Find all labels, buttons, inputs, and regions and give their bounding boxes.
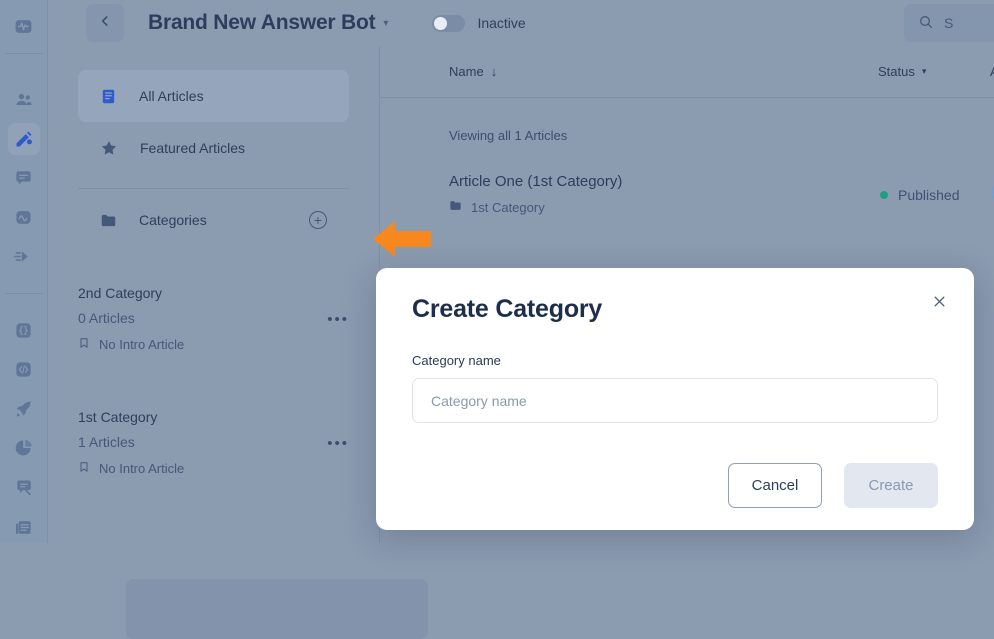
pie-chart-icon[interactable] <box>8 432 40 464</box>
category-intro-label: No Intro Article <box>99 337 185 352</box>
sidebar-item-label: All Articles <box>139 88 204 104</box>
ellipsis-icon[interactable]: ••• <box>327 311 349 328</box>
category-card[interactable]: 2nd Category 0 Articles No Intro Article… <box>48 275 379 363</box>
modal-title: Create Category <box>412 295 603 323</box>
edit-pencil-icon[interactable] <box>7 123 40 156</box>
column-header-third: A <box>990 64 994 79</box>
table-row[interactable]: Article One (1st Category) 1st Category … <box>380 143 994 215</box>
column-header-status[interactable]: Status ▾ <box>878 64 926 79</box>
code-brackets-icon[interactable] <box>8 354 40 386</box>
bookmark-icon <box>78 460 90 477</box>
category-intro-status: No Intro Article <box>78 336 349 353</box>
active-toggle-label: Inactive <box>477 15 526 31</box>
categories-header: Categories + <box>78 203 349 237</box>
category-card[interactable]: 1st Category 1 Articles No Intro Article… <box>48 399 379 487</box>
articles-sidebar: All Articles Featured Articles Categorie… <box>48 46 428 639</box>
activity-monitor-icon[interactable] <box>8 11 40 43</box>
back-button[interactable] <box>86 4 124 42</box>
category-article-count: 0 Articles <box>78 310 135 326</box>
rail-divider-top <box>4 52 43 54</box>
create-category-cta-card[interactable] <box>126 579 428 639</box>
category-intro-status: No Intro Article <box>78 460 349 477</box>
category-name-label: Category name <box>412 353 501 368</box>
search-placeholder-text: S <box>944 15 954 31</box>
star-icon <box>100 139 118 157</box>
chevron-down-icon: ▾ <box>921 66 927 76</box>
status-dot-icon <box>880 191 888 199</box>
waveform-box-icon[interactable] <box>8 202 40 234</box>
folder-icon <box>449 199 462 215</box>
modal-action-bar: Cancel Create <box>728 463 938 508</box>
left-icon-rail <box>0 0 48 543</box>
categories-label: Categories <box>139 212 207 228</box>
sort-down-icon: ↓ <box>490 64 498 79</box>
send-arrow-icon[interactable] <box>8 241 40 273</box>
create-button[interactable]: Create <box>844 463 938 508</box>
sidebar-item-featured-articles[interactable]: Featured Articles <box>78 122 349 174</box>
sidebar-item-label: Featured Articles <box>140 140 246 156</box>
page-header: Brand New Answer Bot ▾ Inactive S <box>48 0 994 46</box>
sidebar-divider <box>78 188 349 189</box>
search-input[interactable]: S <box>904 4 994 42</box>
left-arrow-annotation <box>371 218 433 260</box>
category-name: 2nd Category <box>78 285 163 301</box>
sidebar-item-all-articles[interactable]: All Articles <box>78 70 349 122</box>
cancel-button[interactable]: Cancel <box>728 463 822 508</box>
table-header-row: Name ↓ Status ▾ A <box>380 46 994 98</box>
ellipsis-icon[interactable]: ••• <box>327 435 349 452</box>
article-icon[interactable] <box>8 511 40 543</box>
column-header-name[interactable]: Name ↓ <box>449 64 497 79</box>
sidebar-nav-list: All Articles Featured Articles Categorie… <box>48 46 379 237</box>
active-toggle-group[interactable]: Inactive <box>432 14 526 32</box>
article-category-label: 1st Category <box>471 199 545 215</box>
column-header-name-label: Name <box>449 64 484 79</box>
bookmark-icon <box>78 336 90 353</box>
category-intro-label: No Intro Article <box>99 461 185 476</box>
chat-bubble-icon[interactable] <box>8 162 40 194</box>
category-name: 1st Category <box>78 409 158 425</box>
curly-braces-icon[interactable] <box>8 315 40 347</box>
column-header-status-label: Status <box>878 64 915 79</box>
page-title: Brand New Answer Bot <box>148 11 376 34</box>
chat-search-icon[interactable] <box>8 472 40 504</box>
category-name-input[interactable] <box>412 378 938 423</box>
plus-circle-icon[interactable]: + <box>309 211 327 229</box>
active-toggle[interactable] <box>432 14 466 32</box>
create-category-modal: Create Category Category name Cancel Cre… <box>376 268 974 530</box>
status-label: Published <box>898 187 960 203</box>
search-icon <box>918 14 934 33</box>
rail-divider-bottom <box>4 292 43 294</box>
chevron-down-icon[interactable]: ▾ <box>383 18 388 29</box>
rocket-icon[interactable] <box>8 393 40 425</box>
chevron-left-icon <box>98 14 112 33</box>
people-icon[interactable] <box>8 84 40 116</box>
folder-icon <box>100 212 117 229</box>
viewing-count-text: Viewing all 1 Articles <box>449 128 568 143</box>
status-badge: Published <box>880 187 960 203</box>
close-icon[interactable] <box>926 288 952 314</box>
document-icon <box>100 88 117 105</box>
category-article-count: 1 Articles <box>78 434 135 450</box>
